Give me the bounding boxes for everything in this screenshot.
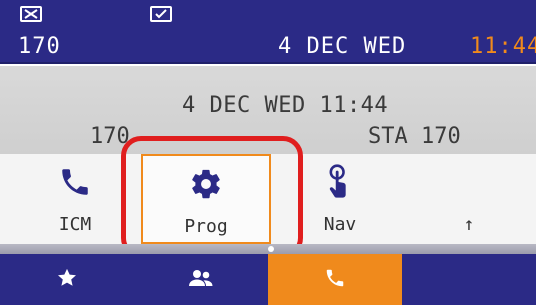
tab-empty[interactable] [402,254,536,305]
status-bar: 170 4 DEC WED 11:44 [0,0,536,64]
idle-extension: 170 [90,124,130,149]
contacts-icon [188,268,214,292]
status-time: 11:44 [470,34,536,59]
star-icon [56,267,78,293]
phone-handset-icon [324,267,346,293]
idle-datetime: 4 DEC WED 11:44 [182,93,389,118]
softkey-label-nav: Nav [323,214,357,235]
softkey-scroll-up[interactable]: ↑ [404,154,534,244]
softkey-icm[interactable]: ICM [10,154,140,244]
phone-handset-icon [58,164,92,200]
tab-favorites[interactable] [0,254,134,305]
touch-hand-icon [323,164,357,200]
softkey-nav[interactable]: Nav [275,154,405,244]
softkey-label-up: ↑ [463,214,475,235]
page-dot [268,246,274,252]
status-extension: 170 [18,34,61,59]
idle-station: STA 170 [368,124,461,149]
tab-phone[interactable] [268,254,402,305]
message-icon[interactable] [150,6,172,22]
idle-display: 4 DEC WED 11:44 170 STA 170 [0,66,536,154]
page-indicator [0,244,536,254]
softkey-label-icm: ICM [58,214,92,235]
gear-icon [189,166,223,202]
missed-call-icon[interactable] [20,6,42,22]
softkey-label-prog: Prog [184,216,228,237]
softkey-prog[interactable]: Prog [141,154,271,244]
function-bar [0,254,536,305]
tab-contacts[interactable] [134,254,268,305]
status-date: 4 DEC WED [278,34,407,59]
softkey-row: ICM Prog Nav ↑ [0,154,536,244]
